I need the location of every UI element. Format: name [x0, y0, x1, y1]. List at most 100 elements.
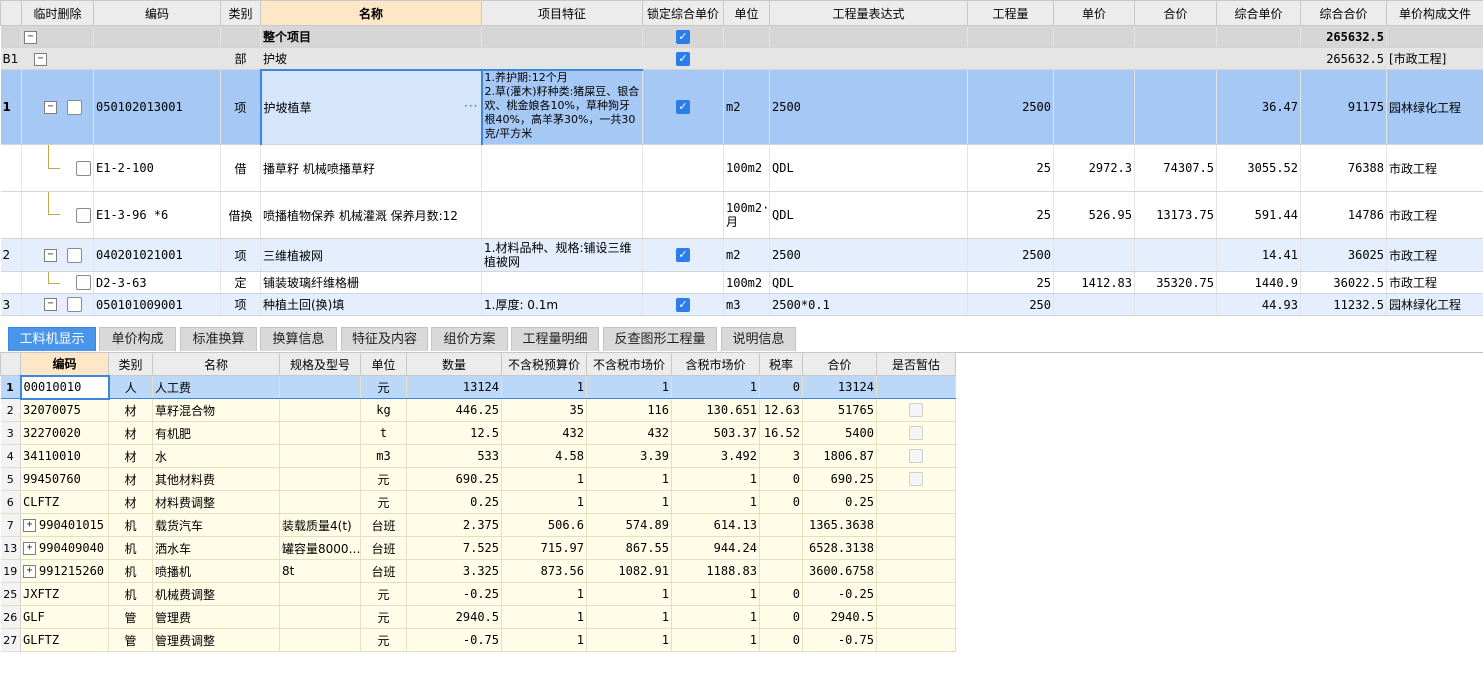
provisional-cell[interactable]	[876, 605, 956, 629]
taxed-market-cell[interactable]: 3.492	[671, 444, 760, 468]
name-cell[interactable]: 草籽混合物	[152, 398, 280, 422]
unit-cell[interactable]: 元	[360, 375, 407, 399]
pretax-market-cell[interactable]: 3.39	[586, 444, 672, 468]
total-cell[interactable]: 3600.6758	[802, 559, 877, 583]
table-row[interactable]: 2 − 040201021001 项 三维植被网 1.材料品种、规格:铺设三维植…	[0, 238, 1483, 272]
name-cell[interactable]: 喷播机	[152, 559, 280, 583]
bill-items-grid[interactable]: 临时删除 编码 类别 名称 项目特征 锁定综合单价 单位 工程量表达式 工程量 …	[0, 0, 1483, 320]
spec-cell[interactable]	[279, 375, 361, 399]
col-header-pretax-budget[interactable]: 不含税预算价	[501, 352, 587, 376]
type-cell[interactable]	[220, 25, 261, 48]
pretax-budget-cell[interactable]: 1	[501, 582, 587, 606]
row-checkbox[interactable]	[66, 247, 82, 263]
tax-rate-cell[interactable]: 0	[759, 628, 803, 652]
qty-cell[interactable]: 2500	[967, 69, 1054, 145]
col-header-type[interactable]: 类别	[108, 352, 153, 376]
name-cell[interactable]: 机械费调整	[152, 582, 280, 606]
pretax-market-cell[interactable]: 432	[586, 421, 672, 445]
taxed-market-cell[interactable]: 1	[671, 467, 760, 491]
qty-cell[interactable]: 25	[967, 144, 1054, 192]
check-icon[interactable]: ✓	[676, 100, 690, 115]
col-header-total[interactable]: 合价	[802, 352, 877, 376]
comp-total-cell[interactable]: 36022.5	[1300, 271, 1387, 294]
unit-cell[interactable]: t	[360, 421, 407, 445]
comp-price-cell[interactable]: 1440.9	[1216, 271, 1301, 294]
name-cell[interactable]: 种植土回(换)填	[260, 293, 482, 316]
type-cell[interactable]: 人	[108, 375, 153, 399]
qty-cell[interactable]: 3.325	[406, 559, 502, 583]
unit-cell[interactable]: 100m2	[723, 144, 770, 192]
pretax-budget-cell[interactable]: 873.56	[501, 559, 587, 583]
provisional-cell[interactable]	[876, 398, 956, 422]
qty-cell[interactable]: 2500	[967, 238, 1054, 272]
code-cell[interactable]: +990401015	[20, 513, 109, 537]
row-checkbox[interactable]	[76, 160, 91, 176]
type-cell[interactable]: 项	[220, 293, 261, 316]
tab-features-content[interactable]: 特征及内容	[341, 327, 428, 351]
price-file-cell[interactable]: 市政工程	[1386, 271, 1483, 294]
tax-rate-cell[interactable]: 0	[759, 582, 803, 606]
code-cell[interactable]: JXFTZ	[20, 582, 109, 606]
code-cell[interactable]	[93, 47, 221, 70]
pretax-budget-cell[interactable]: 432	[501, 421, 587, 445]
unit-cell[interactable]	[723, 47, 770, 70]
total-cell[interactable]: 2940.5	[802, 605, 877, 629]
unit-cell[interactable]	[723, 25, 770, 48]
minus-box-icon[interactable]: −	[44, 100, 57, 114]
type-cell[interactable]: 机	[108, 513, 153, 537]
type-cell[interactable]: 材	[108, 467, 153, 491]
tab-description[interactable]: 说明信息	[721, 327, 796, 351]
comp-price-cell[interactable]: 36.47	[1216, 69, 1301, 145]
col-header-feature[interactable]: 项目特征	[481, 0, 643, 26]
row-checkbox[interactable]	[76, 207, 91, 223]
expr-cell[interactable]: QDL	[769, 191, 968, 239]
unit-cell[interactable]: 元	[360, 605, 407, 629]
feature-cell[interactable]	[481, 25, 643, 48]
qty-cell[interactable]: 446.25	[406, 398, 502, 422]
code-cell[interactable]: 32070075	[20, 398, 109, 422]
pretax-market-cell[interactable]: 116	[586, 398, 672, 422]
type-cell[interactable]: 材	[108, 421, 153, 445]
col-header-name[interactable]: 名称	[260, 0, 482, 26]
col-header-code[interactable]: 编码	[93, 0, 221, 26]
feature-cell[interactable]	[481, 144, 643, 192]
provisional-cell[interactable]	[876, 628, 956, 652]
qty-cell[interactable]: 533	[406, 444, 502, 468]
total-cell[interactable]	[1134, 25, 1217, 48]
table-row[interactable]: 1 00010010 人人工费元 13124 1 1 1 0 13124	[0, 374, 956, 400]
table-row[interactable]: E1-3-96 *6 借换 喷播植物保养 机械灌溉 保养月数:12 100m2·…	[0, 191, 1483, 239]
row-checkbox[interactable]	[66, 297, 82, 312]
name-cell[interactable]: 水	[152, 444, 280, 468]
minus-box-icon[interactable]: −	[34, 52, 47, 66]
col-header-name[interactable]: 名称	[152, 352, 280, 376]
type-cell[interactable]: 管	[108, 628, 153, 652]
unit-cell[interactable]: 台班	[360, 536, 407, 560]
qty-cell[interactable]: 250	[967, 293, 1054, 316]
pretax-market-cell[interactable]: 1	[586, 467, 672, 491]
col-header-taxed-market[interactable]: 含税市场价	[671, 352, 760, 376]
minus-box-icon[interactable]: −	[44, 248, 57, 262]
type-cell[interactable]: 机	[108, 559, 153, 583]
qty-cell[interactable]: 25	[967, 271, 1054, 294]
pretax-budget-cell[interactable]: 4.58	[501, 444, 587, 468]
resource-grid[interactable]: 编码 类别 名称 规格及型号 单位 数量 不含税预算价 不含税市场价 含税市场价…	[0, 352, 956, 652]
name-cell[interactable]: 护坡	[260, 47, 482, 70]
type-cell[interactable]: 材	[108, 490, 153, 514]
comp-total-cell[interactable]: 91175	[1300, 69, 1387, 145]
col-header-price[interactable]: 单价	[1053, 0, 1135, 26]
pretax-budget-cell[interactable]: 715.97	[501, 536, 587, 560]
table-row[interactable]: 7 +990401015 机载货汽车 装载质量4(t) 台班 2.375 506.6 574.…	[0, 513, 956, 537]
tax-rate-cell[interactable]: 0	[759, 490, 803, 514]
feature-cell[interactable]	[481, 191, 643, 239]
name-cell[interactable]: 管理费	[152, 605, 280, 629]
name-cell[interactable]: 载货汽车	[152, 513, 280, 537]
table-row[interactable]: 3 32270020 材有机肥 t 12.5 432 432 503.37 16.52 5400	[0, 421, 956, 445]
table-row[interactable]: 1 − 050102013001 项 护坡植草 ··· 1.养护期:12个月 2.…	[0, 68, 1483, 145]
qty-cell[interactable]	[967, 47, 1054, 70]
code-cell[interactable]: GLF	[20, 605, 109, 629]
price-file-cell[interactable]: 园林绿化工程	[1386, 293, 1483, 316]
tax-rate-cell[interactable]: 0	[759, 605, 803, 629]
pretax-market-cell[interactable]: 1082.91	[586, 559, 672, 583]
qty-cell[interactable]: 25	[967, 191, 1054, 239]
spec-cell[interactable]	[279, 467, 361, 491]
